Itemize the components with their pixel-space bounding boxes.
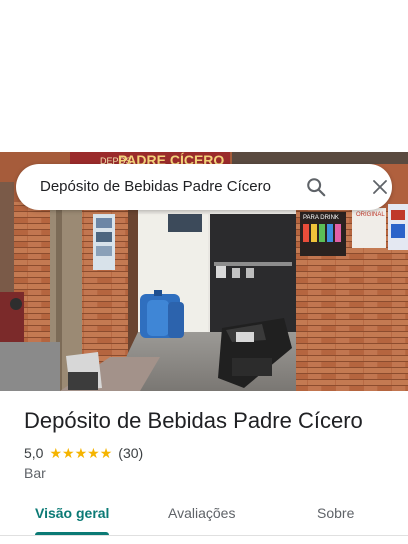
tab-divider [0,535,408,536]
search-input[interactable]: Depósito de Bebidas Padre Cícero [40,178,271,195]
rating-value: 5,0 [24,445,44,461]
place-category: Bar [24,465,46,481]
rating-row[interactable]: 5,0 ★ ★ ★ ★ ★ (30) [24,444,143,462]
tab-reviews[interactable]: Avaliações [168,505,235,521]
search-bar[interactable]: Depósito de Bebidas Padre Cícero [16,164,392,210]
close-icon [373,180,387,194]
rating-stars: ★ ★ ★ ★ ★ [49,446,112,460]
poster-text-right: ORIGINAL [356,212,385,218]
star-icon: ★ [87,445,100,461]
star-icon: ★ [74,445,88,461]
star-icon: ★ [99,445,113,461]
search-icon [307,178,326,197]
star-icon: ★ [49,445,63,461]
tab-about[interactable]: Sobre [317,505,354,521]
tab-overview[interactable]: Visão geral [35,505,109,521]
poster-text: PARA DRINK [303,215,339,221]
close-button[interactable] [366,173,394,201]
reviews-count[interactable]: (30) [118,445,143,461]
search-button[interactable] [302,173,330,201]
tab-bar: Visão geral Avaliações Sobre [0,496,408,536]
map-blank-area [0,0,408,152]
place-title: Depósito de Bebidas Padre Cícero [24,408,363,433]
star-icon: ★ [62,445,75,461]
